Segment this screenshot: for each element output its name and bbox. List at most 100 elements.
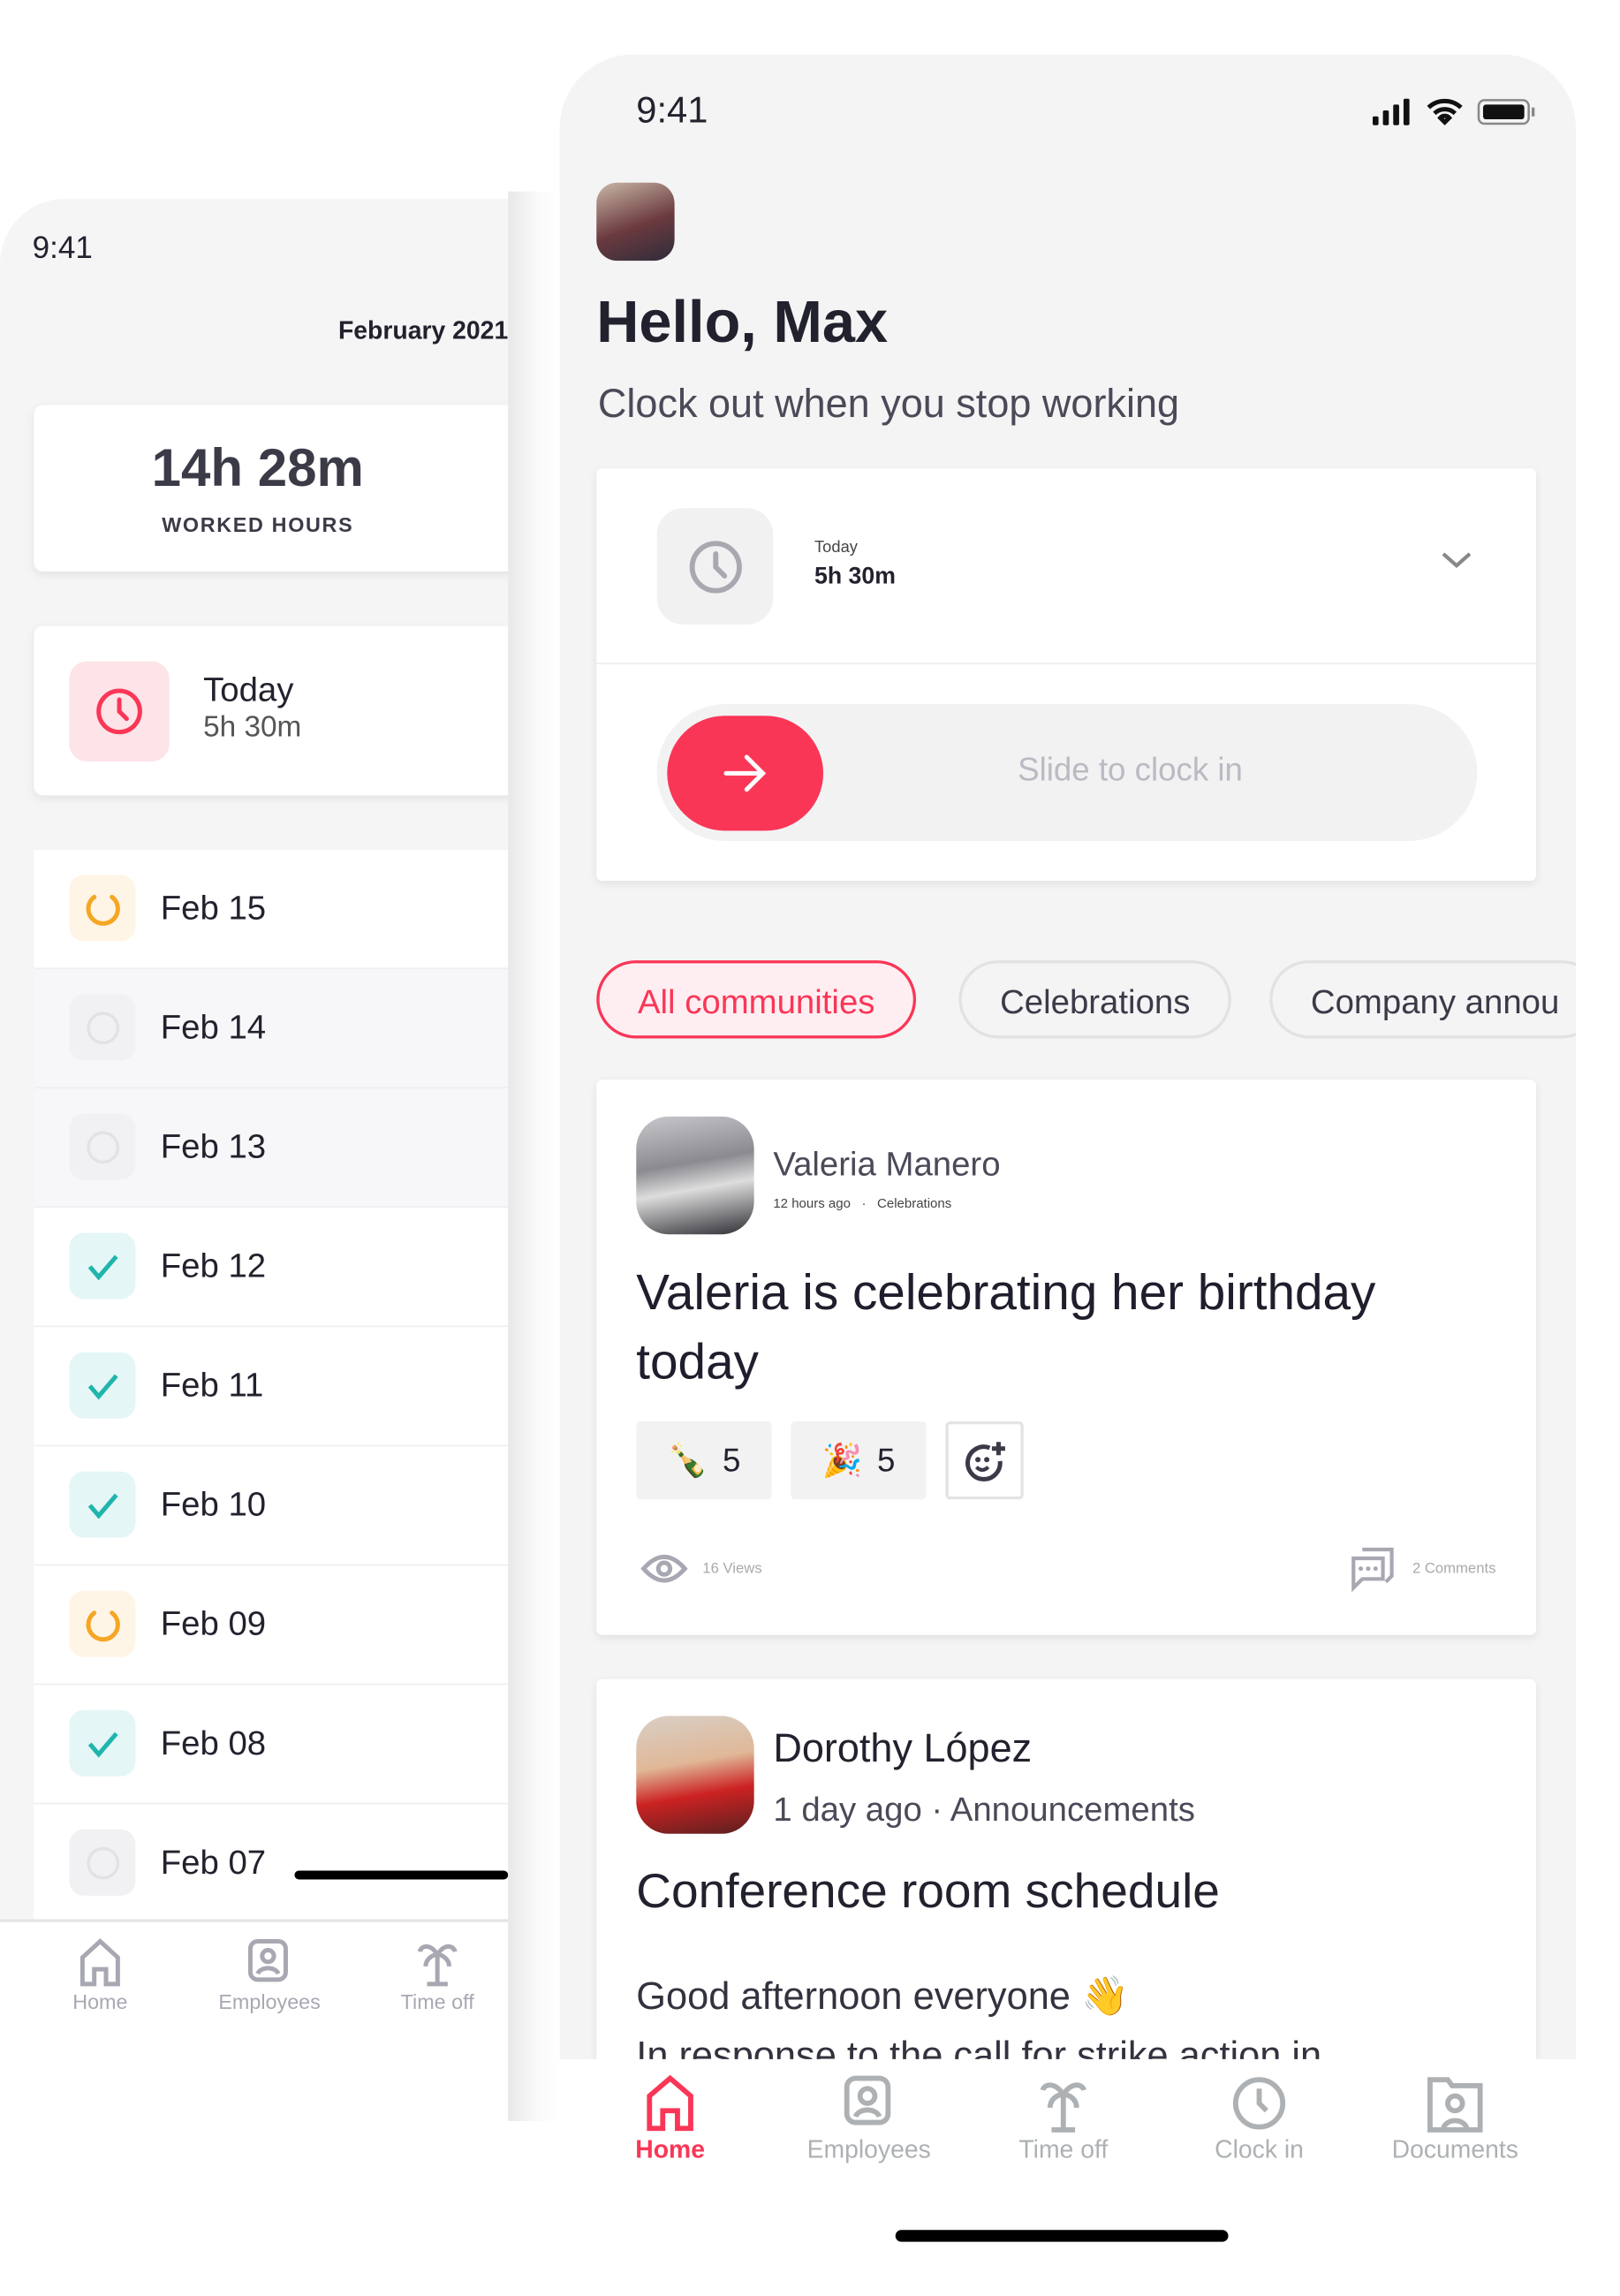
champagne-icon: 🍾 bbox=[667, 1441, 708, 1479]
post-time: 1 day ago bbox=[773, 1789, 922, 1829]
clock-card: Today 5h 30m Slide to clock in bbox=[596, 468, 1536, 882]
check-icon bbox=[69, 1471, 136, 1538]
add-emoji-icon bbox=[965, 1441, 1005, 1481]
nav-documents[interactable]: Documents bbox=[1384, 2074, 1525, 2165]
separator: · bbox=[861, 1195, 867, 1211]
nav-employees[interactable]: Employees bbox=[206, 1936, 332, 2013]
clock-in-slider[interactable]: Slide to clock in bbox=[656, 703, 1478, 842]
post-card[interactable]: Dorothy López 1 day ago · Announcements … bbox=[596, 1678, 1536, 2121]
post-meta: 12 hours ago · Celebrations bbox=[773, 1196, 951, 1211]
party-popper-icon: 🎉 bbox=[821, 1441, 863, 1479]
signal-icon bbox=[1372, 98, 1410, 125]
bottom-nav: Home Employees Time off Clock in Documen… bbox=[559, 2058, 1577, 2209]
today-value: 5h 30m bbox=[814, 564, 896, 589]
comments-count[interactable]: 2 Comments bbox=[1412, 1561, 1496, 1577]
day-row[interactable]: Feb 10 bbox=[34, 1446, 509, 1566]
worked-hours-card: 14h 28m WORKED HOURS bbox=[34, 405, 509, 572]
day-list: Feb 15 Feb 14 Feb 13 Feb 12 Feb 11 Feb 10 Feb … bbox=[34, 850, 509, 1924]
bottom-nav-back: Home Employees Time off bbox=[0, 1919, 509, 2129]
post-time: 12 hours ago bbox=[773, 1195, 851, 1211]
month-label: February 2021 bbox=[337, 316, 509, 345]
day-label: Feb 13 bbox=[160, 1126, 267, 1165]
phone-shadow bbox=[508, 191, 560, 2121]
empty-circle-icon bbox=[69, 994, 136, 1061]
greeting: Hello, Max bbox=[596, 290, 889, 355]
day-row[interactable]: Feb 13 bbox=[34, 1088, 509, 1209]
today-label: Today bbox=[814, 539, 858, 557]
palm-tree-icon bbox=[1040, 2082, 1086, 2133]
today-card[interactable]: Today 5h 30m bbox=[34, 625, 509, 796]
check-icon bbox=[69, 1709, 136, 1777]
author-avatar bbox=[636, 1716, 754, 1834]
pending-icon bbox=[69, 875, 136, 942]
day-label: Feb 07 bbox=[160, 1842, 267, 1882]
day-row[interactable]: Feb 15 bbox=[34, 850, 509, 970]
day-row[interactable]: Feb 11 bbox=[34, 1327, 509, 1447]
author-name: Valeria Manero bbox=[773, 1144, 1001, 1183]
reaction-champagne[interactable]: 🍾 5 bbox=[636, 1421, 772, 1500]
status-icons bbox=[1372, 95, 1538, 135]
slider-handle[interactable] bbox=[667, 716, 824, 831]
status-time: 9:41 bbox=[636, 89, 708, 132]
back-phone-screen: 9:41 February 2021 14h 28m WORKED HOURS … bbox=[0, 199, 509, 2129]
nav-home[interactable]: Home bbox=[618, 2074, 722, 2165]
nav-label: Documents bbox=[1391, 2135, 1518, 2164]
views-count: 16 Views bbox=[702, 1561, 762, 1578]
home-indicator bbox=[294, 1870, 509, 1880]
post-title: Conference room schedule bbox=[636, 1863, 1220, 1918]
nav-label: Employees bbox=[218, 1989, 321, 2014]
clock-icon bbox=[69, 661, 170, 762]
day-row[interactable]: Feb 09 bbox=[34, 1565, 509, 1686]
day-row[interactable]: Feb 08 bbox=[34, 1685, 509, 1805]
check-icon bbox=[69, 1352, 136, 1419]
comments-icon[interactable] bbox=[1348, 1543, 1398, 1594]
author-avatar bbox=[636, 1116, 754, 1235]
day-label: Feb 11 bbox=[160, 1365, 264, 1404]
nav-label: Clock in bbox=[1215, 2135, 1304, 2164]
documents-icon bbox=[1427, 2077, 1483, 2133]
chip-celebrations[interactable]: Celebrations bbox=[958, 960, 1232, 1039]
day-label: Feb 08 bbox=[160, 1723, 267, 1762]
home-icon bbox=[79, 1938, 120, 1987]
day-row[interactable]: Feb 14 bbox=[34, 969, 509, 1089]
nav-label: Home bbox=[72, 1989, 128, 2014]
divider bbox=[596, 663, 1536, 664]
day-row[interactable]: Feb 12 bbox=[34, 1208, 509, 1328]
day-row[interactable]: Feb 07 bbox=[34, 1804, 509, 1924]
reaction-count: 5 bbox=[722, 1441, 741, 1479]
nav-time-off[interactable]: Time off bbox=[386, 1936, 489, 2013]
post-community: Announcements bbox=[950, 1789, 1195, 1829]
eye-icon bbox=[640, 1554, 688, 1583]
chip-company-announcements[interactable]: Company annou bbox=[1269, 960, 1577, 1039]
arrow-right-icon bbox=[723, 754, 767, 792]
day-label: Feb 09 bbox=[160, 1603, 267, 1643]
clock-icon bbox=[1232, 2077, 1286, 2130]
nav-home[interactable]: Home bbox=[59, 1936, 141, 2013]
chevron-down-icon[interactable] bbox=[1439, 549, 1474, 578]
nav-time-off[interactable]: Time off bbox=[1002, 2074, 1125, 2165]
worked-hours-label: WORKED HOURS bbox=[162, 512, 354, 536]
clock-icon bbox=[656, 508, 774, 625]
day-label: Feb 15 bbox=[160, 888, 267, 927]
add-reaction-button[interactable] bbox=[945, 1421, 1024, 1500]
nav-clock-in[interactable]: Clock in bbox=[1200, 2074, 1318, 2165]
empty-circle-icon bbox=[69, 1829, 136, 1896]
check-icon bbox=[69, 1232, 136, 1300]
post-card[interactable]: Valeria Manero 12 hours ago · Celebratio… bbox=[596, 1080, 1536, 1635]
status-time: 9:41 bbox=[32, 231, 93, 266]
today-value: 5h 30m bbox=[203, 711, 302, 744]
palm-tree-icon bbox=[417, 1944, 458, 1987]
separator: · bbox=[931, 1789, 943, 1829]
user-avatar[interactable] bbox=[596, 182, 675, 261]
worked-hours-value: 14h 28m bbox=[151, 437, 364, 498]
chip-all-communities[interactable]: All communities bbox=[596, 960, 917, 1039]
reaction-party[interactable]: 🎉 5 bbox=[791, 1421, 927, 1500]
post-body-line: Good afternoon everyone 👋 bbox=[636, 1974, 1129, 2019]
author-name: Dorothy López bbox=[773, 1726, 1033, 1771]
front-phone-screen: 9:41 Hello, Max Clock out when you stop … bbox=[559, 54, 1577, 2209]
nav-label: Home bbox=[635, 2135, 705, 2164]
nav-employees[interactable]: Employees bbox=[795, 2074, 942, 2165]
reaction-count: 5 bbox=[877, 1441, 896, 1479]
post-meta: 1 day ago · Announcements bbox=[773, 1790, 1195, 1830]
wifi-icon bbox=[1427, 98, 1463, 125]
